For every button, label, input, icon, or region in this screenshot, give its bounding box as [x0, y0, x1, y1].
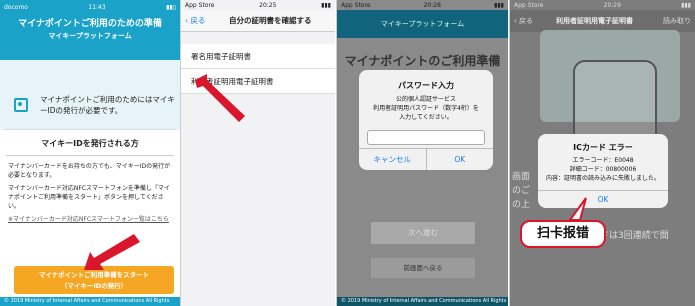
battery-icon: ▮▮▮ — [494, 1, 504, 9]
dialog-line-2: 利用者証明用パスワード（数字4桁）を — [373, 105, 479, 112]
header-subtitle: マイキープラットフォーム — [380, 20, 465, 28]
password-dialog: パスワード入力 公的個人認証サービス 利用者証明用パスワード（数字4桁）を 入力… — [359, 70, 493, 170]
nav-title: 自分の証明書を確認する — [229, 16, 312, 25]
status-bar: App Store 20:29 ▮▮▮ — [510, 0, 695, 10]
copyright-footer: © 2019 Ministry of Internal Affairs and … — [337, 297, 508, 306]
back-button[interactable]: ‹ 戻る — [181, 15, 205, 26]
callout-pointer-icon — [568, 197, 587, 221]
app-store-label: App Store — [514, 1, 544, 9]
app-header: マイキープラットフォーム — [337, 10, 508, 38]
red-arrow-icon — [84, 234, 140, 270]
page-title: マイナポイントご利用のための準備 — [18, 19, 162, 29]
id-card-icon — [14, 97, 29, 112]
nav-title: 利用者証明用電子証明書 — [556, 17, 633, 25]
dialog-buttons: キャンセル OK — [359, 148, 493, 170]
ok-button[interactable]: OK — [427, 149, 494, 170]
battery-icon: ▮▮▮ — [681, 1, 691, 9]
para-1: マイナンバーカードをお持ちの方でも、マイキーIDの発行が必要となります。 — [8, 163, 171, 179]
prev-button[interactable]: 前画面へ戻る — [371, 258, 475, 278]
section-title: マイキーIDを発行される方 — [6, 138, 174, 156]
page-title: マイナポイントのご利用準備 — [344, 54, 501, 68]
clock: 20:25 — [259, 1, 277, 9]
nav-bar: ‹ 戻る 自分の証明書を確認する — [181, 10, 335, 32]
panel-card-error: App Store 20:29 ▮▮▮ ‹ 戻る 利用者証明用電子証明書 読み取… — [509, 0, 695, 306]
copyright-footer: © 2019 Ministry of Internal Affairs and … — [0, 297, 180, 306]
nfc-list-link[interactable]: ※マイナンバーカード対応NFCスマートフォン一覧はこちら — [8, 215, 172, 224]
annotation-badge: 扫卡报错 — [520, 220, 606, 248]
carrier-label: docomo — [4, 3, 28, 11]
dialog-line-3: 入力してください。 — [399, 114, 453, 121]
app-store-label: App Store — [185, 1, 215, 9]
list-item-signature-cert[interactable]: 署名用電子証明書 — [181, 44, 335, 69]
error-code: エラーコード：E0048 — [572, 157, 634, 164]
ok-button[interactable]: OK — [538, 191, 668, 208]
app-store-label: App Store — [341, 1, 371, 9]
password-input[interactable] — [367, 130, 485, 145]
dialog-buttons: OK — [538, 190, 668, 208]
error-dialog: ICカード エラー エラーコード：E0048 詳細コード：00800006 内容… — [538, 134, 668, 208]
back-button[interactable]: ‹ 戻る — [510, 16, 533, 26]
info-card-text: マイナポイントご利用のためにはマイキーIDの発行が必要です。 — [40, 94, 175, 115]
cancel-button[interactable]: キャンセル — [359, 149, 427, 170]
panel-certificate-list: App Store 20:25 ▮▮▮ ‹ 戻る 自分の証明書を確認する 署名用… — [180, 0, 335, 306]
back-label: 戻る — [190, 16, 206, 25]
dialog-title: パスワード入力 — [398, 81, 454, 90]
red-arrow-icon — [195, 74, 245, 122]
dialog-message: 公的個人認証サービス 利用者証明用パスワード（数字4桁）を 入力してください。 — [359, 95, 493, 122]
status-bar: docomo 11:43 ▮▮▯ — [0, 2, 180, 12]
page-subtitle: マイキープラットフォーム — [48, 32, 132, 40]
clock: 20:29 — [603, 1, 621, 9]
battery-icon: ▮▮▯ — [166, 3, 176, 11]
battery-icon: ▮▮▮ — [321, 1, 331, 9]
clock: 20:28 — [423, 1, 441, 9]
status-bar: App Store 20:28 ▮▮▮ — [337, 0, 508, 10]
para-2: マイナンバーカード対応NFCスマートフォンを準備し「マイナポイントご利用準備をス… — [8, 185, 170, 210]
info-band: マイナポイントご利用のためにはマイキーIDの発行が必要です。 — [0, 60, 180, 130]
nav-bar: ‹ 戻る 利用者証明用電子証明書 読み取り — [510, 10, 695, 32]
error-title: ICカード エラー — [573, 143, 633, 152]
dialog-line-1: 公的個人認証サービス — [395, 96, 456, 103]
clock: 11:43 — [88, 3, 106, 11]
error-message: エラーコード：E0048 詳細コード：00800006 内容：証明書の読み込みに… — [538, 156, 668, 183]
info-card: マイナポイントご利用のためにはマイキーIDの発行が必要です。 — [4, 60, 176, 130]
detail-code: 詳細コード：00800006 — [569, 166, 637, 173]
start-button-line2: （マイキーIDの発行） — [60, 282, 128, 290]
error-content: 内容：証明書の読み込みに失敗しました。 — [545, 175, 660, 182]
back-label: 戻る — [519, 17, 534, 25]
next-button[interactable]: 次へ進む — [371, 222, 475, 244]
status-bar: App Store 20:25 ▮▮▮ — [181, 0, 335, 10]
background-text-fragment: 画面 のご の上 — [512, 172, 531, 210]
app-header: docomo 11:43 ▮▮▯ マイナポイントご利用のための準備 マイキープラ… — [0, 0, 180, 60]
background-text: ドは3回連続で間 — [600, 231, 669, 241]
panel-password-entry: App Store 20:28 ▮▮▮ マイキープラットフォーム マイナポイント… — [336, 0, 508, 306]
read-button[interactable]: 読み取り — [663, 16, 691, 26]
section-body: マイナンバーカードをお持ちの方でも、マイキーIDの発行が必要となります。 マイナ… — [0, 156, 180, 224]
panel-mainapoint-start: docomo 11:43 ▮▮▯ マイナポイントご利用のための準備 マイキープラ… — [0, 0, 180, 306]
